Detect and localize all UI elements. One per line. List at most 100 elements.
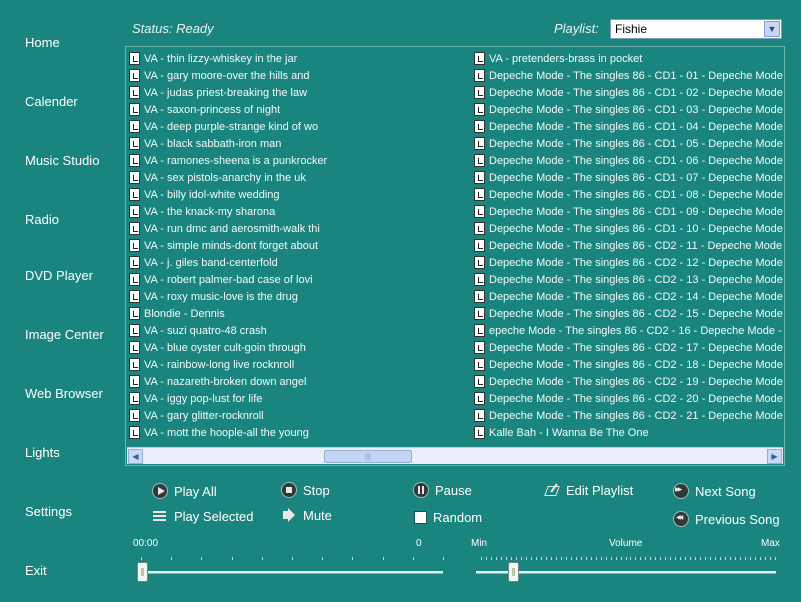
volume-ticks [481,557,776,561]
music-file-icon [474,154,485,167]
track-row[interactable]: VA - suzi quatro-48 crash [129,322,474,339]
track-row[interactable]: VA - rainbow-long live rocknroll [129,356,474,373]
track-title: Depeche Mode - The singles 86 - CD1 - 04… [489,120,784,133]
track-row[interactable]: Depeche Mode - The singles 86 - CD2 - 14… [474,288,784,305]
track-row[interactable]: VA - saxon-princess of night [129,101,474,118]
track-list[interactable]: VA - thin lizzy-whiskey in the jar VA - g… [125,46,785,466]
slider-tick [655,557,657,560]
slider-tick [500,557,502,560]
track-title: VA - gary moore-over the hills and [144,69,310,82]
horizontal-scrollbar[interactable]: ◀ ||| ▶ [127,447,783,464]
nav-dvd-player[interactable]: DVD Player [25,268,93,283]
chevron-down-icon[interactable]: ▼ [764,21,780,37]
track-row[interactable]: Depeche Mode - The singles 86 - CD1 - 04… [474,118,784,135]
track-row[interactable]: VA - iggy pop-lust for life [129,390,474,407]
nav-calender[interactable]: Calender [25,94,78,109]
track-row[interactable]: VA - judas priest-breaking the law [129,84,474,101]
track-title: VA - blue oyster cult-goin through [144,341,306,354]
track-row[interactable]: Depeche Mode - The singles 86 - CD1 - 07… [474,169,784,186]
track-row[interactable]: VA - deep purple-strange kind of wo [129,118,474,135]
track-row[interactable]: VA - billy idol-white wedding [129,186,474,203]
playlist-label: Playlist: [554,21,599,36]
nav-lights[interactable]: Lights [25,445,60,460]
slider-tick [755,557,757,560]
track-row[interactable]: Depeche Mode - The singles 86 - CD1 - 09… [474,203,784,220]
track-row[interactable]: VA - sex pistols-anarchy in the uk [129,169,474,186]
track-row[interactable]: Depeche Mode - The singles 86 - CD2 - 19… [474,373,784,390]
track-row[interactable]: VA - gary glitter-rocknroll [129,407,474,424]
music-file-icon [474,239,485,252]
track-row[interactable]: VA - thin lizzy-whiskey in the jar [129,50,474,67]
edit-playlist-button[interactable]: Edit Playlist [544,482,633,498]
volume-slider-knob[interactable] [507,562,519,582]
track-row[interactable]: Depeche Mode - The singles 86 - CD1 - 02… [474,84,784,101]
track-title: VA - the knack-my sharona [144,205,276,218]
track-row[interactable]: Depeche Mode - The singles 86 - CD1 - 06… [474,152,784,169]
pause-button[interactable]: Pause [413,482,472,498]
nav-radio[interactable]: Radio [25,212,59,227]
track-row[interactable]: VA - ramones-sheena is a punkrocker [129,152,474,169]
track-title: Depeche Mode - The singles 86 - CD2 - 14… [489,290,784,303]
track-row[interactable]: Depeche Mode - The singles 86 - CD1 - 10… [474,220,784,237]
nav-web-browser[interactable]: Web Browser [25,386,103,401]
previous-song-button[interactable]: Previous Song [673,511,780,527]
track-row[interactable]: Depeche Mode - The singles 86 - CD2 - 17… [474,339,784,356]
play-all-button[interactable]: Play All [152,483,217,499]
nav-home[interactable]: Home [25,35,60,50]
track-row[interactable]: Blondie - Dennis [129,305,474,322]
volume-slider-track[interactable] [476,571,776,574]
track-row[interactable]: VA - black sabbath-iron man [129,135,474,152]
track-row[interactable]: Depeche Mode - The singles 86 - CD2 - 21… [474,407,784,424]
track-row[interactable]: VA - gary moore-over the hills and [129,67,474,84]
track-row[interactable]: VA - j. giles band-centerfold [129,254,474,271]
position-slider-track[interactable] [137,571,443,574]
track-row[interactable]: VA - simple minds-dont forget about [129,237,474,254]
nav-image-center[interactable]: Image Center [25,327,104,342]
track-row[interactable]: VA - mott the hoople-all the young [129,424,474,441]
track-row[interactable]: Depeche Mode - The singles 86 - CD2 - 11… [474,237,784,254]
track-title: VA - billy idol-white wedding [144,188,280,201]
track-row[interactable]: VA - run dmc and aerosmith-walk thi [129,220,474,237]
nav-exit[interactable]: Exit [25,563,47,578]
track-row[interactable]: Depeche Mode - The singles 86 - CD1 - 08… [474,186,784,203]
next-song-button[interactable]: Next Song [673,483,756,499]
playlist-dropdown[interactable]: Fishie ▼ [610,19,782,39]
stop-button[interactable]: Stop [281,482,330,498]
track-row[interactable]: Depeche Mode - The singles 86 - CD2 - 13… [474,271,784,288]
position-slider-knob[interactable] [137,562,148,582]
slider-tick [540,557,542,560]
track-row[interactable]: VA - robert palmer-bad case of lovi [129,271,474,288]
track-row[interactable]: Depeche Mode - The singles 86 - CD1 - 03… [474,101,784,118]
track-row[interactable]: Kalle Bah - I Wanna Be The One [474,424,784,441]
slider-tick [382,557,384,560]
scroll-thumb[interactable]: ||| [324,450,412,463]
total-time: 0 [416,538,422,549]
music-file-icon [129,222,140,235]
play-selected-button[interactable]: Play Selected [152,508,254,524]
track-row[interactable]: Depeche Mode - The singles 86 - CD2 - 12… [474,254,784,271]
scroll-left-icon[interactable]: ◀ [128,449,143,464]
track-row[interactable]: epeche Mode - The singles 86 - CD2 - 16 … [474,322,784,339]
scroll-right-icon[interactable]: ▶ [767,449,782,464]
track-row[interactable]: Depeche Mode - The singles 86 - CD2 - 18… [474,356,784,373]
slider-tick [585,557,587,560]
track-row[interactable]: VA - nazareth-broken down angel [129,373,474,390]
track-row[interactable]: Depeche Mode - The singles 86 - CD1 - 01… [474,67,784,84]
random-checkbox[interactable]: Random [414,510,482,525]
track-row[interactable]: VA - blue oyster cult-goin through [129,339,474,356]
track-row[interactable]: VA - roxy music-love is the drug [129,288,474,305]
track-title: Depeche Mode - The singles 86 - CD1 - 09… [489,205,784,218]
random-checkbox-box[interactable] [414,511,427,524]
nav-music-studio[interactable]: Music Studio [25,153,99,168]
nav-settings[interactable]: Settings [25,504,72,519]
track-row[interactable]: Depeche Mode - The singles 86 - CD1 - 05… [474,135,784,152]
music-file-icon [474,103,485,116]
slider-tick [550,557,552,560]
track-row[interactable]: Depeche Mode - The singles 86 - CD2 - 15… [474,305,784,322]
track-row[interactable]: VA - pretenders-brass in pocket [474,50,784,67]
slider-tick [443,557,444,560]
music-file-icon [474,375,485,388]
track-row[interactable]: Depeche Mode - The singles 86 - CD2 - 20… [474,390,784,407]
track-row[interactable]: VA - the knack-my sharona [129,203,474,220]
mute-button[interactable]: Mute [281,507,332,523]
